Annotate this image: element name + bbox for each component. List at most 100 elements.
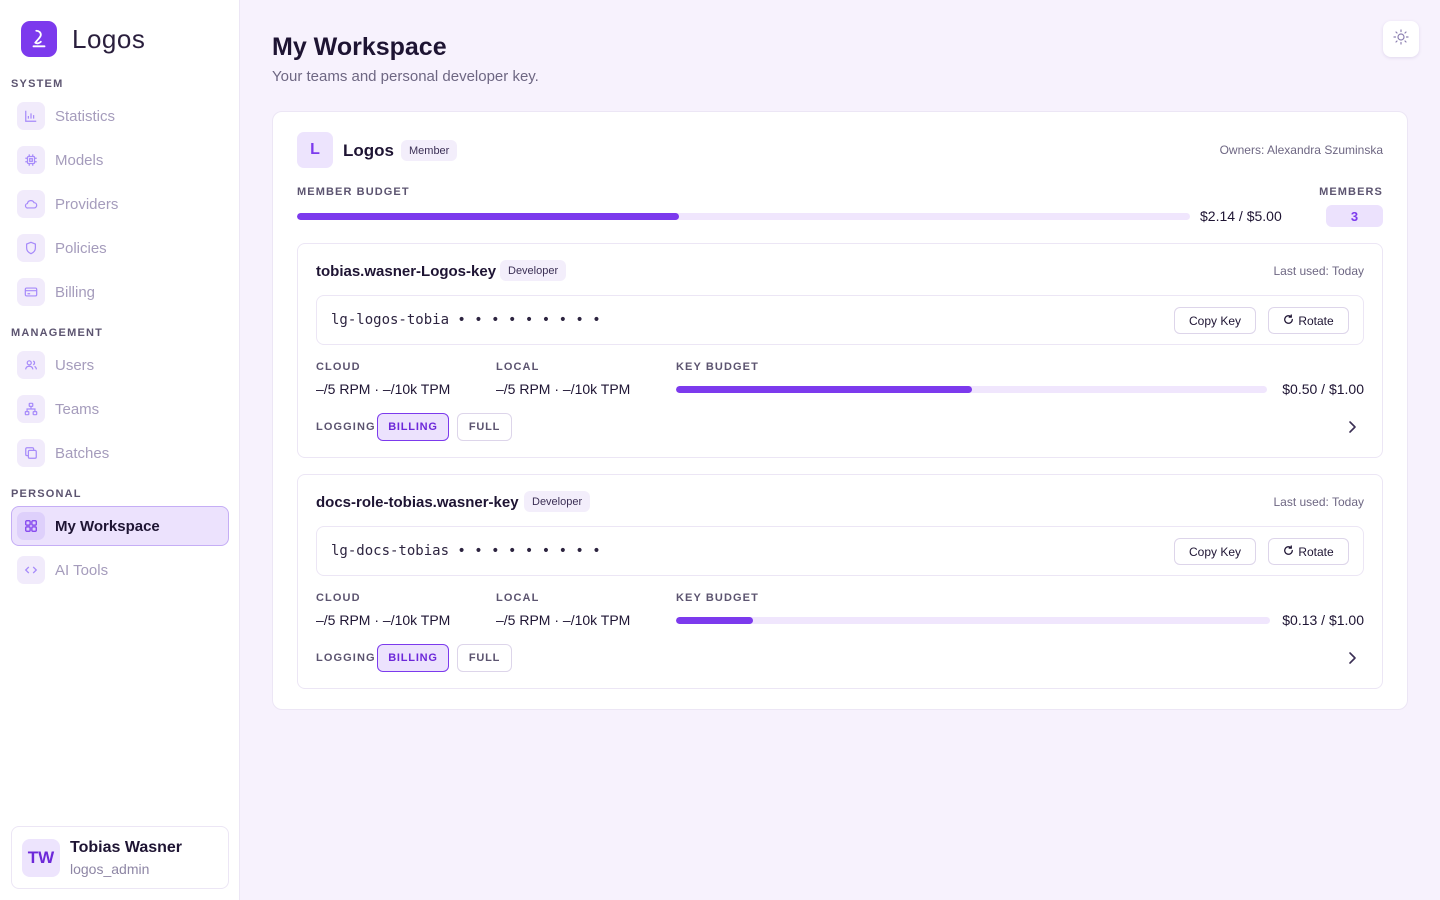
rotate-button[interactable]: Rotate xyxy=(1268,307,1349,334)
sidebar-item-label: Statistics xyxy=(55,107,116,125)
users-icon xyxy=(17,351,45,379)
user-name: Tobias Wasner xyxy=(70,838,183,856)
key-name: docs-role-tobias.wasner-key xyxy=(316,494,519,511)
member-budget-label: MEMBER BUDGET xyxy=(297,186,410,198)
section-personal: PERSONAL xyxy=(11,488,82,500)
sidebar-item-label: Batches xyxy=(55,444,110,462)
key-budget-fill xyxy=(676,386,972,393)
sun-icon xyxy=(1393,28,1409,50)
sidebar-item-label: Models xyxy=(55,151,104,169)
sidebar-item-label: Teams xyxy=(55,400,100,418)
theme-toggle-button[interactable] xyxy=(1383,21,1419,57)
cloud-limits: –/5 RPM · –/10k TPM xyxy=(316,381,451,397)
app-name: Logos xyxy=(72,23,146,54)
last-used: Last used: Today xyxy=(1273,264,1364,278)
brand[interactable]: Logos xyxy=(21,21,145,57)
team-card: L Logos Member Owners: Alexandra Szumins… xyxy=(272,111,1408,710)
copy-icon xyxy=(17,439,45,467)
chevron-right-icon[interactable] xyxy=(1342,648,1362,668)
sidebar-item-label: Providers xyxy=(55,195,119,213)
logging-label: LOGGING xyxy=(316,652,376,664)
sidebar-item-label: Users xyxy=(55,356,95,374)
key-role-badge: Developer xyxy=(524,491,591,512)
key-budget-bar xyxy=(676,386,1267,393)
last-used: Last used: Today xyxy=(1273,495,1364,509)
member-budget-amount: $2.14 / $5.00 xyxy=(1200,208,1282,224)
members-label: MEMBERS xyxy=(1319,186,1383,198)
api-key-card: docs-role-tobias.wasner-key Developer La… xyxy=(297,474,1383,689)
sidebar: Logos SYSTEM Statistics Models Providers… xyxy=(0,0,240,900)
page-title: My Workspace xyxy=(272,33,447,61)
member-budget-fill xyxy=(297,213,680,220)
sidebar-item-my-workspace[interactable]: My Workspace xyxy=(11,506,229,546)
logging-billing-button[interactable]: BILLING xyxy=(377,413,449,441)
api-key-card: tobias.wasner-Logos-key Developer Last u… xyxy=(297,243,1383,458)
hierarchy-icon xyxy=(17,395,45,423)
code-icon xyxy=(17,556,45,584)
cloud-icon xyxy=(17,190,45,218)
cloud-limits: –/5 RPM · –/10k TPM xyxy=(316,612,451,628)
sidebar-item-label: Policies xyxy=(55,239,107,257)
team-name: Logos xyxy=(343,141,394,160)
membership-badge: Member xyxy=(401,140,458,161)
rotate-button[interactable]: Rotate xyxy=(1268,538,1349,565)
chevron-right-icon[interactable] xyxy=(1342,417,1362,437)
members-count[interactable]: 3 xyxy=(1326,205,1383,227)
key-name: tobias.wasner-Logos-key xyxy=(316,263,497,280)
sidebar-item-statistics[interactable]: Statistics xyxy=(11,96,229,136)
sidebar-item-teams[interactable]: Teams xyxy=(11,389,229,429)
key-budget-label: KEY BUDGET xyxy=(676,361,759,373)
key-budget-bar xyxy=(676,617,1270,624)
local-label: LOCAL xyxy=(496,361,540,373)
user-role: logos_admin xyxy=(70,860,150,877)
cloud-label: CLOUD xyxy=(316,361,361,373)
refresh-icon xyxy=(1283,544,1298,559)
local-limits: –/5 RPM · –/10k TPM xyxy=(496,612,631,628)
sidebar-item-label: My Workspace xyxy=(55,517,160,535)
key-budget-fill xyxy=(676,617,754,624)
key-budget-label: KEY BUDGET xyxy=(676,592,759,604)
chip-icon xyxy=(17,146,45,174)
key-field: lg-logos-tobia • • • • • • • • • Copy Ke… xyxy=(316,295,1364,345)
cloud-label: CLOUD xyxy=(316,592,361,604)
sidebar-item-providers[interactable]: Providers xyxy=(11,184,229,224)
rotate-label: Rotate xyxy=(1298,544,1334,559)
section-system: SYSTEM xyxy=(11,78,64,90)
masked-key: lg-docs-tobias • • • • • • • • • xyxy=(331,543,601,559)
sidebar-item-models[interactable]: Models xyxy=(11,140,229,180)
local-limits: –/5 RPM · –/10k TPM xyxy=(496,381,631,397)
bar-chart-icon xyxy=(17,102,45,130)
sidebar-item-users[interactable]: Users xyxy=(11,345,229,385)
sidebar-item-policies[interactable]: Policies xyxy=(11,228,229,268)
avatar: TW xyxy=(22,838,60,877)
local-label: LOCAL xyxy=(496,592,540,604)
shield-icon xyxy=(17,234,45,262)
key-field: lg-docs-tobias • • • • • • • • • Copy Ke… xyxy=(316,526,1364,576)
user-card[interactable]: TW Tobias Wasner logos_admin xyxy=(11,826,229,889)
key-budget-amount: $0.13 / $1.00 xyxy=(1282,612,1364,628)
logging-full-button[interactable]: FULL xyxy=(457,413,512,441)
key-budget-amount: $0.50 / $1.00 xyxy=(1282,381,1364,397)
refresh-icon xyxy=(1283,313,1298,328)
copy-key-button[interactable]: Copy Key xyxy=(1174,307,1256,334)
sidebar-item-batches[interactable]: Batches xyxy=(11,433,229,473)
sidebar-item-label: AI Tools xyxy=(55,561,109,579)
sidebar-item-ai-tools[interactable]: AI Tools xyxy=(11,550,229,590)
copy-key-button[interactable]: Copy Key xyxy=(1174,538,1256,565)
section-management: MANAGEMENT xyxy=(11,327,104,339)
member-budget-bar xyxy=(297,213,1190,220)
sidebar-item-billing[interactable]: Billing xyxy=(11,272,229,312)
rotate-label: Rotate xyxy=(1298,313,1334,328)
team-avatar: L xyxy=(297,132,333,168)
masked-key: lg-logos-tobia • • • • • • • • • xyxy=(331,312,601,328)
credit-card-icon xyxy=(17,278,45,306)
key-role-badge: Developer xyxy=(500,260,567,281)
team-owners: Owners: Alexandra Szuminska xyxy=(1219,143,1383,157)
logos-logo-icon xyxy=(21,21,57,57)
sidebar-item-label: Billing xyxy=(55,283,96,301)
grid-icon xyxy=(17,512,45,540)
logging-label: LOGGING xyxy=(316,421,376,433)
logging-billing-button[interactable]: BILLING xyxy=(377,644,449,672)
logging-full-button[interactable]: FULL xyxy=(457,644,512,672)
page-subtitle: Your teams and personal developer key. xyxy=(272,68,539,85)
